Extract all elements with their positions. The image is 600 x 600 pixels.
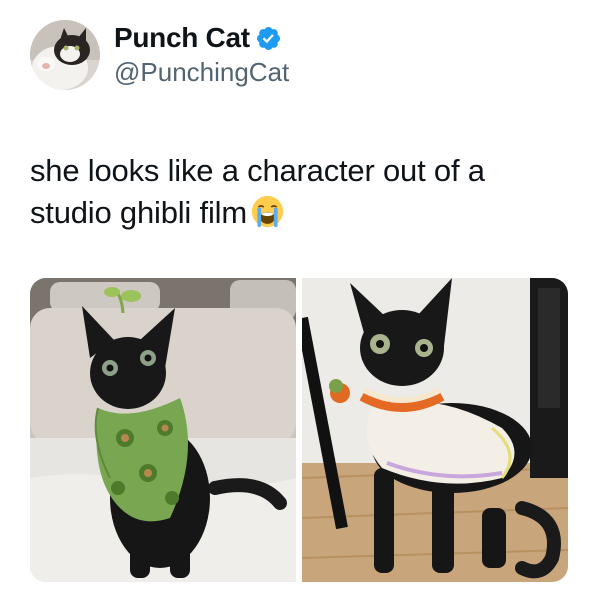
loudly-crying-face-emoji	[251, 195, 284, 228]
tweet-text: she looks like a character out of a stud…	[30, 150, 570, 234]
avatar-cat-photo	[30, 20, 100, 90]
photo-cat-crochet-sweater[interactable]	[302, 278, 568, 582]
media-grid	[30, 278, 568, 582]
verified-badge-icon	[255, 25, 282, 52]
display-name[interactable]: Punch Cat	[114, 21, 250, 55]
author-names: Punch Cat @PunchingCat	[114, 21, 289, 89]
tweet-header: Punch Cat @PunchingCat	[30, 20, 289, 90]
cat-photo-right	[302, 278, 568, 582]
cat-photo-left	[30, 278, 296, 582]
photo-cat-green-bandana[interactable]	[30, 278, 296, 582]
display-name-row: Punch Cat	[114, 21, 289, 55]
author-handle[interactable]: @PunchingCat	[114, 55, 289, 89]
avatar[interactable]	[30, 20, 100, 90]
